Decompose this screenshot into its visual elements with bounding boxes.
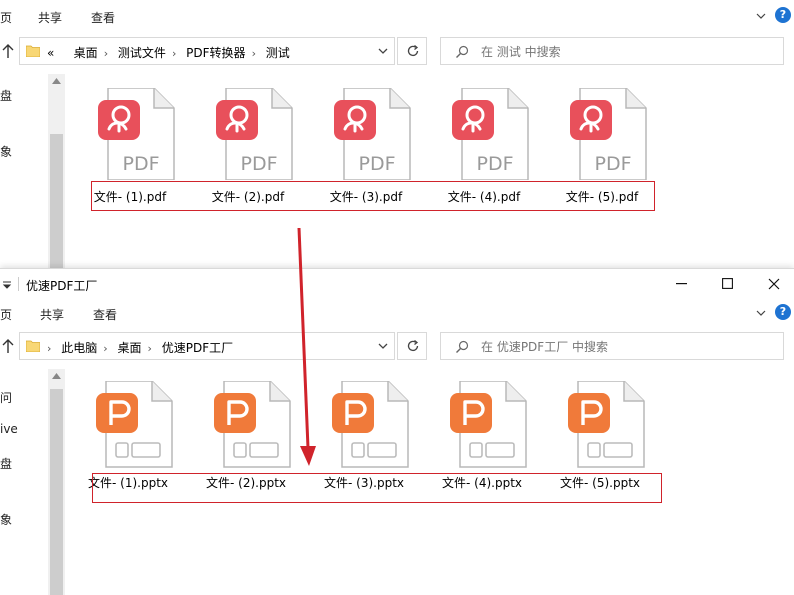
chevron-down-icon[interactable] [755,10,767,22]
up-arrow-icon[interactable] [1,338,15,354]
navigation-pane: 盘 象 [0,74,48,268]
pdf-file-icon: PDF [570,88,647,180]
breadcrumb-separator-icon: › [147,342,152,355]
svg-text:PDF: PDF [122,153,159,175]
breadcrumb-pdf-converter[interactable]: PDF转换器 [186,44,245,61]
explorer-window-youpdf: 优速PDF工厂 页 共享 查看 ? › 此电脑 › 桌面 › 优速PDF工厂 在… [0,268,794,595]
quick-access-dropdown-icon[interactable] [2,281,12,289]
nav-item-drive[interactable]: 盘 [0,87,12,104]
search-input[interactable] [479,42,773,62]
file-list: PDF 文件- (1).pdf PDF 文件- (2).pdf PDF 文件- … [66,88,794,268]
navigation-pane: 问 ive 盘 象 [0,369,48,595]
help-icon[interactable]: ? [775,304,791,320]
search-input[interactable] [479,337,773,357]
breadcrumb-test[interactable]: 测试 [266,44,290,61]
pdf-file-icon: PDF [98,88,175,180]
up-arrow-icon[interactable] [1,43,15,59]
tab-share[interactable]: 共享 [38,9,62,26]
title-separator [18,277,19,291]
breadcrumb-this-pc[interactable]: 此电脑 [61,339,97,356]
navigation-bar: « 桌面 › 测试文件 › PDF转换器 › 测试 [0,34,794,68]
tab-view[interactable]: 查看 [93,306,117,323]
breadcrumb-youpdf[interactable]: 优速PDF工厂 [162,339,233,356]
pptx-file-icon [568,381,645,468]
tab-share[interactable]: 共享 [40,306,64,323]
tab-page[interactable]: 页 [0,306,12,323]
breadcrumb-desktop[interactable]: 桌面 [117,339,141,356]
ribbon-tabs: 页 共享 查看 ? [0,303,794,325]
svg-text:PDF: PDF [594,153,631,175]
pptx-file-icon [214,381,291,468]
minimize-button[interactable] [662,269,702,299]
breadcrumb-separator-icon: › [251,47,256,60]
scroll-up-icon[interactable] [52,373,61,379]
breadcrumb-separator-icon: › [103,47,109,60]
chevron-down-icon[interactable] [378,47,388,55]
ribbon-tabs: 页 共享 查看 ? [0,6,794,28]
navigation-bar: › 此电脑 › 桌面 › 优速PDF工厂 [0,329,794,363]
pptx-file-icon [96,381,173,468]
pptx-file-icon [332,381,409,468]
nav-item-quick-access[interactable]: 问 [0,389,12,406]
vertical-scrollbar[interactable] [48,369,65,595]
svg-text:PDF: PDF [240,153,277,175]
close-icon [768,278,780,290]
pdf-file-icon: PDF [216,88,293,180]
search-icon [456,340,469,353]
refresh-icon [407,44,419,57]
pdf-file-icon: PDF [452,88,529,180]
pptx-file-icon [450,381,527,468]
tab-page[interactable]: 页 [0,9,12,26]
nav-item-drive[interactable]: 盘 [0,455,12,472]
nav-item-objects[interactable]: 象 [0,511,12,528]
breadcrumb-test-files[interactable]: 测试文件 [118,44,166,61]
address-bar[interactable]: « 桌面 › 测试文件 › PDF转换器 › 测试 [19,37,395,65]
scrollbar-thumb[interactable] [50,389,63,595]
search-icon [456,45,469,58]
search-box[interactable] [440,332,784,360]
folder-icon [26,45,40,57]
breadcrumb-separator-icon: › [171,47,177,60]
scroll-up-icon[interactable] [52,78,61,84]
highlight-box-pptx-files [92,473,662,503]
svg-text:PDF: PDF [476,153,513,175]
title-bar[interactable]: 优速PDF工厂 [0,269,794,299]
nav-item-objects[interactable]: 象 [0,143,12,160]
refresh-button[interactable] [397,332,427,360]
address-bar[interactable]: › 此电脑 › 桌面 › 优速PDF工厂 [19,332,395,360]
breadcrumb-separator-icon: › [103,342,108,355]
scrollbar-thumb[interactable] [50,134,63,268]
nav-item-onedrive[interactable]: ive [0,422,18,436]
breadcrumb-separator-icon: › [47,342,52,355]
help-icon[interactable]: ? [775,7,791,23]
chevron-down-icon[interactable] [378,342,388,350]
maximize-button[interactable] [708,269,748,299]
svg-text:PDF: PDF [358,153,395,175]
close-button[interactable] [754,269,794,299]
vertical-scrollbar[interactable] [48,74,65,268]
breadcrumb-desktop[interactable]: 桌面 [74,44,98,61]
explorer-window-test: 页 共享 查看 ? « 桌面 › 测试文件 › PDF转换器 › 测试 盘 象 [0,0,794,268]
tab-view[interactable]: 查看 [91,9,115,26]
maximize-icon [722,278,733,289]
folder-icon [26,340,40,352]
refresh-icon [407,339,419,352]
breadcrumb-overflow[interactable]: « [47,46,54,60]
refresh-button[interactable] [397,37,427,65]
minimize-icon [676,283,687,285]
pdf-file-icon: PDF [334,88,411,180]
window-title: 优速PDF工厂 [26,279,98,293]
search-box[interactable] [440,37,784,65]
chevron-down-icon[interactable] [755,307,767,319]
highlight-box-pdf-files [91,181,655,211]
